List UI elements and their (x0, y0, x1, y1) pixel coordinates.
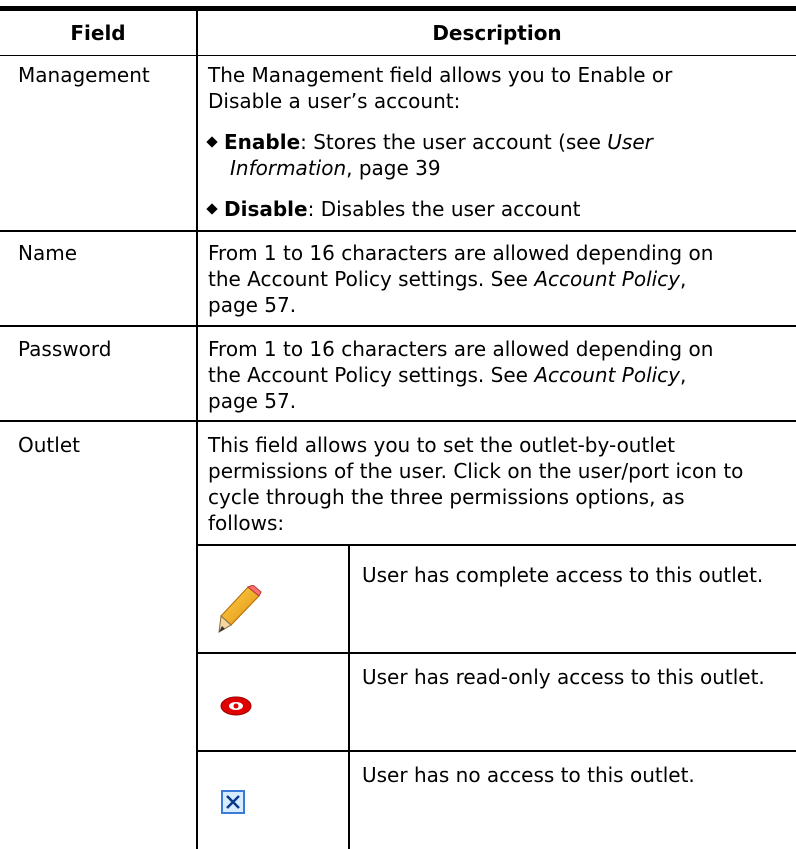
field-password: Password (18, 337, 112, 361)
desc-password: From 1 to 16 characters are allowed depe… (208, 336, 788, 414)
password-line2b: , (680, 363, 687, 387)
password-line1: From 1 to 16 characters are allowed depe… (208, 337, 714, 361)
name-line2b: , (680, 267, 687, 291)
name-line2ref: Account Policy (534, 267, 681, 291)
row-divider (0, 230, 796, 232)
permission-readonly-text: User has read-only access to this outlet… (362, 665, 765, 689)
name-line3: page 57. (208, 293, 297, 317)
subtable-top-rule (196, 544, 796, 546)
disable-term: Disable (224, 197, 308, 221)
desc-management: The Management field allows you to Enabl… (208, 62, 788, 114)
column-divider (196, 11, 198, 849)
enable-ref2: Information (230, 156, 347, 180)
subtable-row-divider (196, 750, 796, 752)
bullet-diamond-icon (206, 136, 218, 148)
field-name: Name (18, 241, 78, 265)
no-access-icon (221, 790, 245, 814)
outlet-line2: permissions of the user. Click on the us… (208, 459, 744, 483)
disable-text: : Disables the user account (307, 197, 581, 221)
password-line2ref: Account Policy (534, 363, 681, 387)
field-outlet: Outlet (18, 433, 80, 457)
bullet-disable: Disable: Disables the user account (206, 196, 788, 222)
outlet-line4: follows: (208, 511, 285, 535)
desc-outlet: This field allows you to set the outlet-… (208, 432, 788, 536)
enable-term: Enable (224, 130, 301, 154)
permission-full-text: User has complete access to this outlet. (362, 563, 764, 587)
desc-name: From 1 to 16 characters are allowed depe… (208, 240, 788, 318)
bullet-enable: Enable: Stores the user account (see Use… (206, 129, 788, 181)
enable-ref1: User (607, 130, 653, 154)
eye-icon (220, 696, 252, 716)
enable-text2: , page 39 (346, 156, 441, 180)
outlet-line1: This field allows you to set the outlet-… (208, 433, 676, 457)
bullet-diamond-icon (206, 203, 218, 215)
subtable-row-divider (196, 652, 796, 654)
enable-text1: : Stores the user account (see (300, 130, 608, 154)
name-line1: From 1 to 16 characters are allowed depe… (208, 241, 714, 265)
pencil-icon (218, 585, 262, 633)
subtable-divider (348, 544, 350, 849)
outlet-line3: cycle through the three permissions opti… (208, 485, 685, 509)
password-line3: page 57. (208, 389, 297, 413)
name-line2a: the Account Policy settings. See (208, 267, 535, 291)
management-line1: The Management field allows you to Enabl… (208, 63, 673, 87)
field-management: Management (18, 63, 150, 87)
header-description: Description (432, 21, 562, 45)
permission-none-text: User has no access to this outlet. (362, 763, 695, 787)
management-line2: Disable a user’s account: (208, 89, 461, 113)
table-header: Field Description (0, 11, 796, 56)
row-divider (0, 420, 796, 422)
header-field: Field (70, 21, 126, 45)
row-divider (0, 325, 796, 327)
password-line2a: the Account Policy settings. See (208, 363, 535, 387)
